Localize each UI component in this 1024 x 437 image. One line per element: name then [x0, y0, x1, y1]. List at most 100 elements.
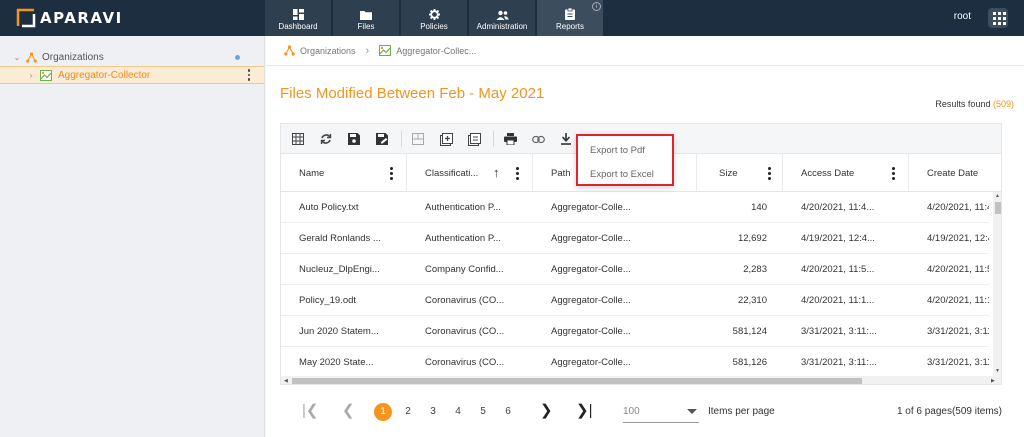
nav-tab-label: Reports — [555, 22, 584, 31]
nav-tab-label: Administration — [476, 22, 528, 31]
cell-classification: Coronavirus (CO... — [425, 357, 505, 368]
column-header-access-date[interactable]: Access Date — [783, 154, 909, 192]
pager: |❮ ❮ 1 2 3 4 5 6 ❯ ❯| 100 Items per page… — [280, 392, 1002, 432]
nav-tab-files[interactable]: Files — [333, 0, 399, 36]
cell-classification: Coronavirus (CO... — [425, 295, 505, 306]
tree-item-organizations[interactable]: ⌄ Organizations — [0, 48, 264, 66]
horizontal-scrollbar[interactable]: ◀ ▶ — [281, 376, 1001, 384]
scroll-up-icon[interactable]: ▲ — [995, 193, 1000, 199]
column-header-size[interactable]: Size — [697, 154, 783, 192]
user-name[interactable]: root — [954, 11, 971, 22]
top-bar: APARAVI Dashboard Files Policies Adminis… — [0, 0, 1024, 36]
cell-size: 140 — [751, 202, 767, 213]
breadcrumb: Organizations › Aggregator-Collec... — [266, 36, 1024, 66]
vertical-scrollbar[interactable]: ▲ ▼ — [993, 192, 1001, 376]
dropdown-caret-icon — [687, 409, 697, 414]
page-6[interactable]: 6 — [499, 403, 517, 421]
cell-path: Aggregator-Colle... — [551, 264, 631, 275]
scroll-left-icon[interactable]: ◀ — [284, 378, 288, 384]
org-tree-icon — [284, 45, 295, 56]
column-menu-icon[interactable] — [515, 167, 519, 180]
cell-name: May 2020 State... — [299, 357, 374, 368]
cell-name: Nucleuz_DlpEngi... — [299, 264, 380, 275]
sidebar: ⌄ Organizations › Aggregator-Collector — [0, 36, 265, 437]
table-row[interactable]: Nucleuz_DlpEngi... Company Confid... Agg… — [281, 254, 989, 285]
add-column-icon[interactable] — [439, 132, 453, 146]
page-3[interactable]: 3 — [424, 403, 442, 421]
table-row[interactable]: Policy_19.odt Coronavirus (CO... Aggrega… — [281, 285, 989, 316]
breadcrumb-organizations[interactable]: Organizations — [300, 46, 356, 56]
export-pdf-item[interactable]: Export to Pdf — [590, 145, 645, 156]
chevron-right-icon[interactable]: › — [26, 71, 36, 80]
page-5[interactable]: 5 — [474, 403, 492, 421]
nav-tab-reports[interactable]: Reports i — [537, 0, 603, 36]
link-icon[interactable] — [531, 132, 545, 146]
items-per-page-select[interactable]: 100 — [623, 401, 699, 423]
refresh-icon[interactable] — [319, 132, 333, 146]
apps-grid-button[interactable] — [988, 8, 1008, 28]
items-per-page-label: Items per page — [708, 406, 775, 417]
cell-size: 2,283 — [743, 264, 767, 275]
layout-icon[interactable] — [411, 132, 425, 146]
nav-tab-administration[interactable]: Administration — [469, 0, 535, 36]
first-page-icon[interactable]: |❮ — [302, 401, 318, 419]
column-header-create-date[interactable]: Create Date — [909, 154, 1001, 192]
tree-item-aggregator-collector[interactable]: › Aggregator-Collector — [0, 66, 264, 84]
download-icon[interactable] — [559, 132, 573, 146]
kebab-menu-icon[interactable] — [247, 69, 251, 81]
copy-icon[interactable] — [467, 132, 481, 146]
page-1[interactable]: 1 — [374, 403, 392, 421]
page-2[interactable]: 2 — [399, 403, 417, 421]
next-page-icon[interactable]: ❯ — [540, 401, 553, 419]
horizontal-scroll-thumb[interactable] — [292, 378, 862, 384]
items-per-page-value: 100 — [623, 406, 640, 417]
table-row[interactable]: May 2020 State... Coronavirus (CO... Agg… — [281, 347, 989, 378]
cell-name: Gerald Ronlands ... — [299, 233, 381, 244]
cell-classification: Authentication P... — [425, 233, 501, 244]
cell-create-date: 4/20/2021, 11:4 — [927, 202, 989, 213]
print-icon[interactable] — [503, 132, 517, 146]
table-row[interactable]: Jun 2020 Statem... Coronavirus (CO... Ag… — [281, 316, 989, 347]
nav-tab-label: Policies — [420, 22, 448, 31]
column-header-name[interactable]: Name — [281, 154, 407, 192]
column-menu-icon[interactable] — [389, 167, 393, 180]
chevron-down-icon[interactable]: ⌄ — [12, 53, 22, 62]
page-4[interactable]: 4 — [449, 403, 467, 421]
users-icon — [496, 10, 509, 20]
save-as-icon[interactable] — [375, 132, 389, 146]
cell-create-date: 3/31/2021, 3:11 — [927, 326, 989, 337]
org-tree-icon — [26, 51, 37, 63]
column-label: Classificati... — [425, 167, 479, 179]
column-header-classification[interactable]: Classificati... ↑ — [407, 154, 533, 192]
page-title: Files Modified Between Feb - May 2021 — [280, 85, 545, 102]
column-label: Access Date — [801, 167, 855, 179]
nav-tab-policies[interactable]: Policies — [401, 0, 467, 36]
cell-create-date: 4/20/2021, 11:5 — [927, 264, 989, 275]
export-excel-item[interactable]: Export to Excel — [590, 169, 654, 180]
cell-create-date: 4/19/2021, 12:4 — [927, 233, 989, 244]
cell-classification: Authentication P... — [425, 202, 501, 213]
column-menu-icon[interactable] — [891, 167, 895, 180]
table-row[interactable]: Auto Policy.txt Authentication P... Aggr… — [281, 192, 989, 223]
scroll-down-icon[interactable]: ▼ — [995, 368, 1000, 374]
prev-page-icon[interactable]: ❮ — [342, 401, 355, 419]
breadcrumb-current[interactable]: Aggregator-Collec... — [396, 46, 476, 56]
cell-name: Jun 2020 Statem... — [299, 326, 379, 337]
vertical-scroll-thumb[interactable] — [995, 202, 1001, 214]
nav-tab-dashboard[interactable]: Dashboard — [265, 0, 331, 36]
cell-size: 581,124 — [732, 326, 767, 337]
cell-classification: Coronavirus (CO... — [425, 326, 505, 337]
save-icon[interactable] — [347, 132, 361, 146]
last-page-icon[interactable]: ❯| — [576, 401, 592, 419]
cell-size: 22,310 — [737, 295, 767, 306]
sort-ascending-icon[interactable]: ↑ — [493, 165, 500, 180]
table-view-icon[interactable] — [291, 132, 305, 146]
info-icon[interactable]: i — [592, 2, 601, 11]
tree-item-label: Organizations — [42, 51, 104, 63]
aparavi-logo[interactable]: APARAVI — [16, 8, 123, 28]
collector-icon — [40, 69, 52, 81]
column-menu-icon[interactable] — [767, 167, 771, 180]
cell-size: 12,692 — [737, 233, 767, 244]
table-row[interactable]: Gerald Ronlands ... Authentication P... … — [281, 223, 989, 254]
scroll-right-icon[interactable]: ▶ — [991, 378, 995, 384]
